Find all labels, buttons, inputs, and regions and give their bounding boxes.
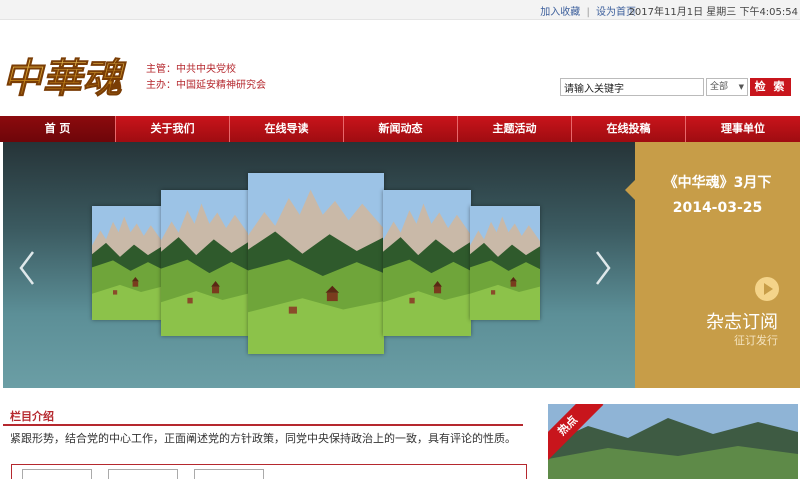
link-separator: |: [586, 7, 590, 18]
carousel-slide[interactable]: [383, 190, 471, 336]
carousel-slide[interactable]: [161, 190, 249, 336]
nav-item-about[interactable]: 关于我们: [116, 116, 230, 142]
chevron-left-icon[interactable]: [17, 248, 37, 288]
nav-item-members[interactable]: 理事单位: [686, 116, 800, 142]
add-favorite-link[interactable]: 加入收藏: [540, 7, 580, 18]
carousel-slide[interactable]: [92, 206, 162, 320]
carousel-slide[interactable]: [470, 206, 540, 320]
subscribe-link[interactable]: 杂志订阅: [706, 308, 778, 334]
search-input[interactable]: [560, 78, 704, 96]
nav-item-reading[interactable]: 在线导读: [230, 116, 344, 142]
site-logo[interactable]: 中華魂: [0, 40, 130, 110]
carousel-slide-active[interactable]: [248, 173, 384, 354]
search-scope-select[interactable]: 全部 ▼: [706, 78, 748, 96]
organizer-text: 主办：中国延安精神研究会: [146, 80, 266, 91]
search-button[interactable]: 检 索: [750, 78, 791, 96]
section-title: 栏目介绍: [10, 410, 54, 423]
image-carousel: [3, 142, 635, 388]
supervisor-text: 主管：中共中央党校: [146, 64, 236, 75]
list-item[interactable]: [22, 469, 92, 479]
list-item[interactable]: [108, 469, 178, 479]
chevron-right-icon[interactable]: [593, 248, 613, 288]
datetime-display: 2017年11月1日 星期三 下午4:05:54: [628, 7, 798, 18]
nav-item-news[interactable]: 新闻动态: [344, 116, 458, 142]
hot-topics-panel[interactable]: 热点: [548, 404, 798, 479]
site-header: 中華魂 主管：中共中央党校 主办：中国延安精神研究会 全部 ▼ 检 索: [0, 20, 800, 116]
search-scope-value: 全部: [710, 82, 729, 92]
nav-item-events[interactable]: 主题活动: [458, 116, 572, 142]
section-header: 栏目介绍: [3, 404, 523, 426]
main-nav: 首 页 关于我们 在线导读 新闻动态 主题活动 在线投稿 理事单位: [0, 116, 800, 142]
panel-notch: [625, 180, 635, 200]
nav-item-submit[interactable]: 在线投稿: [572, 116, 686, 142]
section-text: 紧跟形势，结合党的中心工作，正面阐述党的方针政策，同党中央保持政治上的一致，具有…: [10, 432, 516, 445]
top-bar: 加入收藏 | 设为首页 2017年11月1日 星期三 下午4:05:54: [0, 0, 800, 20]
issue-date: 2014-03-25: [672, 200, 763, 216]
play-icon[interactable]: [755, 277, 779, 301]
issue-title[interactable]: 《中华魂》3月下: [635, 172, 800, 192]
chevron-down-icon: ▼: [738, 83, 744, 91]
issue-panel: 《中华魂》3月下 2014-03-25 杂志订阅 征订发行: [625, 142, 800, 388]
nav-item-home[interactable]: 首 页: [0, 116, 116, 142]
top-links: 加入收藏 | 设为首页: [540, 3, 636, 18]
subscribe-subtitle: 征订发行: [734, 334, 778, 347]
list-item[interactable]: [194, 469, 264, 479]
sponsor-info: 主管：中共中央党校 主办：中国延安精神研究会: [146, 62, 266, 94]
logo-text: 中華魂: [2, 55, 127, 102]
section-list-box: [11, 464, 527, 479]
